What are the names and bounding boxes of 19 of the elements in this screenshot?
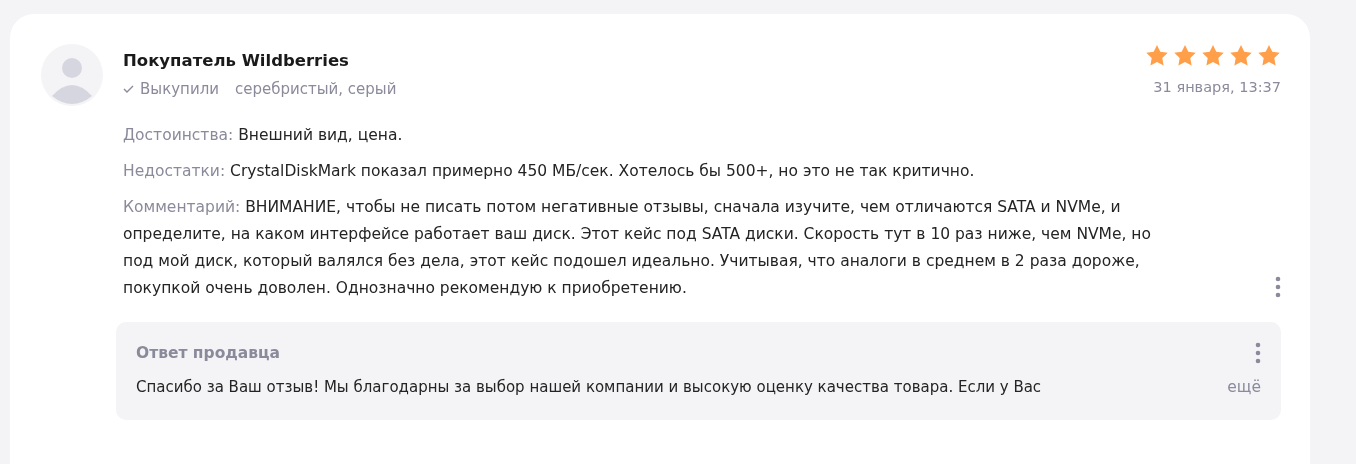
purchase-status: Выкупили xyxy=(140,80,219,98)
reply-title: Ответ продавца xyxy=(136,344,281,362)
more-options-icon[interactable] xyxy=(1255,342,1261,364)
star-icon xyxy=(1257,44,1281,67)
review-text: Недостатки: CrystalDiskMark показал примерно 450 МБ/сек. Хотелось бы 500+, но это не так критично. xyxy=(123,161,976,182)
star-icon xyxy=(1173,44,1197,67)
check-icon xyxy=(123,85,134,93)
avatar-icon xyxy=(41,44,103,106)
author-name: Покупатель Wildberries xyxy=(123,51,350,70)
review-date: 31 января, 13:37 xyxy=(1153,79,1281,95)
review-text: Достоинства: Внешний вид, цена. xyxy=(123,125,404,146)
review-text: Комментарий: ВНИМАНИЕ, чтобы не писать потом негативные отзывы, сначала изучите, чем отличаются SATA и NVMe, и определите, на каком интерфейсе работает ваш диск. Этот кейс под SATA диски. Скорость тут в 10 раз ниже, чем NVMe, но под мой диск, который валялся без дела, этот кейс подошел идеально. Учитывая, что аналоги в среднем в 2 раза дороже, покупкой очень доволен. Однозначно рекомендую к приобретению. xyxy=(123,197,1152,299)
star-icon xyxy=(1229,44,1253,67)
product-variant: серебристый, серый xyxy=(234,80,397,98)
reply-text: Спасибо за Ваш отзыв! Мы благодарны за выбор нашей компании и высокую оценку качества товара. Если у Вас xyxy=(136,378,1042,396)
star-icon xyxy=(1145,44,1169,67)
more-link[interactable]: ещё xyxy=(1227,378,1261,396)
star-icon xyxy=(1201,44,1225,67)
more-options-icon[interactable] xyxy=(1275,276,1281,298)
